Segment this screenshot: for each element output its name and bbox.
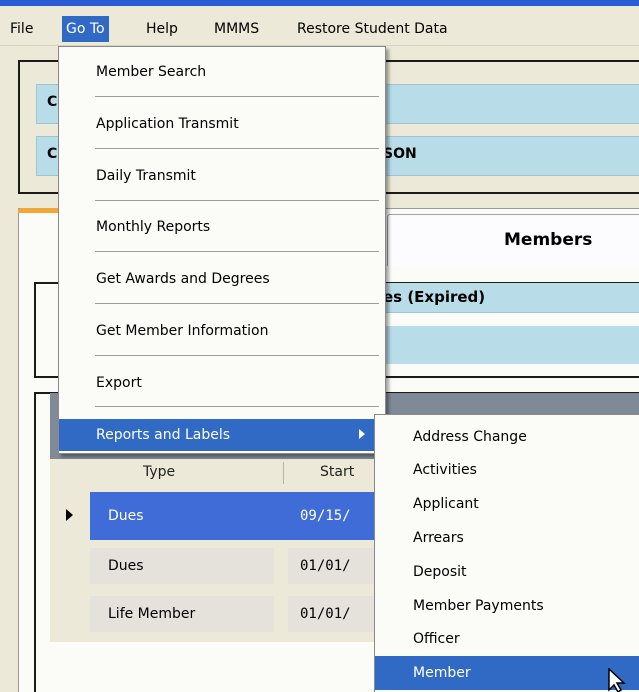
info-field-2-value: SON bbox=[383, 146, 417, 162]
menu-item-get-member-information[interactable]: Get Member Information bbox=[59, 315, 385, 347]
menu-separator bbox=[95, 148, 379, 149]
table-cell-start[interactable]: 09/15/ bbox=[288, 498, 378, 534]
menu-item-reports-and-labels-label: Reports and Labels bbox=[96, 427, 231, 443]
dues-field bbox=[383, 326, 639, 364]
submenu-item-deposit[interactable]: Deposit bbox=[375, 555, 639, 589]
menu-separator bbox=[95, 251, 379, 252]
tab-members-label: Members bbox=[504, 230, 593, 250]
reports-and-labels-submenu: Address Change Activities Applicant Arre… bbox=[374, 414, 639, 692]
submenu-arrow-icon bbox=[359, 429, 365, 439]
submenu-item-arrears[interactable]: Arrears bbox=[375, 521, 639, 555]
menu-item-daily-transmit[interactable]: Daily Transmit bbox=[59, 160, 385, 192]
menu-item-member-search[interactable]: Member Search bbox=[59, 56, 385, 88]
menu-help[interactable]: Help bbox=[142, 16, 182, 42]
table-cell-type[interactable]: Life Member bbox=[90, 596, 274, 632]
menu-separator bbox=[95, 303, 379, 304]
menu-item-application-transmit[interactable]: Application Transmit bbox=[59, 108, 385, 140]
menu-separator bbox=[95, 200, 379, 201]
submenu-item-address-change[interactable]: Address Change bbox=[375, 420, 639, 454]
menu-separator bbox=[95, 96, 379, 97]
column-header-start[interactable]: Start bbox=[320, 464, 354, 480]
table-cell-type[interactable]: Dues bbox=[90, 498, 274, 534]
table-cell-start[interactable]: 01/01/ bbox=[288, 596, 378, 632]
menu-item-monthly-reports[interactable]: Monthly Reports bbox=[59, 211, 385, 243]
table-cell-start[interactable]: 01/01/ bbox=[288, 548, 378, 584]
column-header-type[interactable]: Type bbox=[143, 464, 175, 480]
menu-separator bbox=[95, 406, 379, 407]
menu-mmms[interactable]: MMMS bbox=[210, 16, 263, 42]
submenu-item-applicant[interactable]: Applicant bbox=[375, 487, 639, 521]
submenu-item-member-payments[interactable]: Member Payments bbox=[375, 589, 639, 623]
menu-file[interactable]: File bbox=[6, 16, 37, 42]
row-indicator-icon bbox=[66, 509, 73, 521]
info-field-2-label: C bbox=[47, 146, 58, 162]
dues-expired-header: es (Expired) bbox=[383, 283, 639, 313]
menu-item-export[interactable]: Export bbox=[59, 367, 385, 399]
menu-item-get-awards-and-degrees[interactable]: Get Awards and Degrees bbox=[59, 263, 385, 295]
table-cell-type[interactable]: Dues bbox=[90, 548, 274, 584]
info-field-1-label: C bbox=[47, 94, 58, 110]
submenu-item-officer[interactable]: Officer bbox=[375, 622, 639, 656]
column-separator[interactable] bbox=[283, 462, 284, 484]
menu-separator bbox=[95, 355, 379, 356]
goto-dropdown-menu: Member Search Application Transmit Daily… bbox=[58, 46, 386, 454]
menu-go-to[interactable]: Go To bbox=[62, 16, 109, 42]
menu-bar: File Go To Help MMMS Restore Student Dat… bbox=[0, 6, 639, 46]
menu-item-reports-and-labels[interactable]: Reports and Labels bbox=[59, 419, 385, 451]
menu-restore-student-data[interactable]: Restore Student Data bbox=[293, 16, 452, 42]
mouse-pointer-icon bbox=[608, 668, 626, 692]
submenu-item-activities[interactable]: Activities bbox=[375, 453, 639, 487]
submenu-item-member[interactable]: Member bbox=[375, 656, 639, 690]
tab-members[interactable]: Members bbox=[387, 214, 639, 266]
